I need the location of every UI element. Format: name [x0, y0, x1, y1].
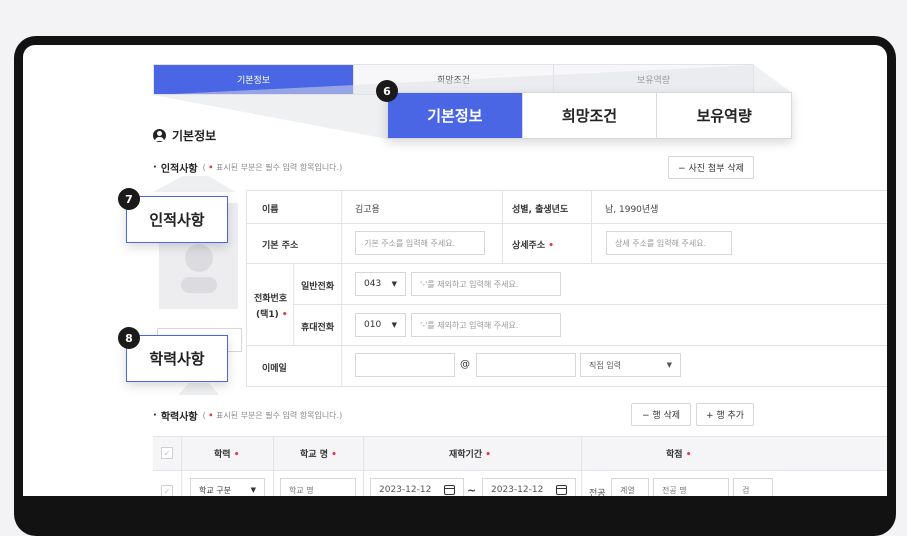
calendar-icon	[556, 485, 567, 495]
address-label: 기본 주소	[262, 241, 299, 251]
select-all-checkbox[interactable]: ✓	[161, 447, 173, 459]
grid-line	[246, 190, 247, 386]
grid-line	[246, 263, 887, 264]
grid-line	[181, 436, 182, 496]
name-label: 이름	[262, 205, 279, 215]
end-date-picker[interactable]: 2023-12-12	[482, 478, 576, 496]
step-badge-7: 7	[118, 188, 140, 210]
start-date-picker[interactable]: 2023-12-12	[370, 478, 464, 496]
dropdown-arrow-icon: ▼	[391, 321, 397, 329]
grid-line	[293, 304, 887, 305]
callout-personal-info: 인적사항	[126, 196, 228, 243]
section-title-text: 기본정보	[172, 129, 217, 143]
education-header-row	[153, 436, 887, 470]
major-name-input[interactable]: 전공 명	[653, 478, 729, 496]
education-heading: · 학력사항 ( • 표시된 부분은 필수 입력 항목입니다.)	[153, 410, 343, 423]
step-badge-8: 8	[118, 327, 140, 349]
mobile-label: 휴대전화	[301, 323, 335, 333]
landline-prefix-select[interactable]: 043 ▼	[355, 272, 406, 296]
personal-heading: · 인적사항 ( • 표시된 부분은 필수 입력 항목입니다.)	[153, 162, 343, 175]
mobile-number-input[interactable]: '-'를 제외하고 입력해 주세요.	[411, 313, 561, 337]
dropdown-arrow-icon: ▼	[391, 280, 397, 288]
phone-choice-label: (택1) •	[256, 310, 288, 320]
email-domain-select[interactable]: 직접 입력 ▼	[580, 353, 681, 377]
required-note: ( • 표시된 부분은 필수 입력 항목입니다.)	[202, 163, 343, 172]
phone-label: 전화번호	[254, 294, 288, 304]
grid-line	[153, 436, 887, 437]
delete-row-button[interactable]: − 행 삭제	[631, 403, 691, 426]
zoomed-tab-skills[interactable]: 보유역량	[657, 93, 791, 138]
email-domain-input[interactable]	[476, 353, 576, 377]
grid-line	[246, 345, 887, 346]
col-major: 학점 •	[666, 450, 692, 460]
col-enrollment-period: 재학기간 •	[449, 450, 492, 460]
add-row-button[interactable]: + 행 추가	[696, 403, 754, 426]
extra-input[interactable]: 검	[733, 478, 773, 496]
gender-birth-label: 성별, 출생년도	[512, 205, 569, 215]
grid-line	[273, 436, 274, 496]
email-at-sign: @	[460, 359, 470, 370]
personal-heading-text: 인적사항	[160, 164, 198, 175]
required-note: ( • 표시된 부분은 필수 입력 항목입니다.)	[202, 411, 343, 420]
school-name-input[interactable]: 학교 명	[280, 478, 356, 496]
gender-birth-value: 남, 1990년생	[605, 205, 659, 215]
major-label: 전공	[589, 489, 606, 496]
grid-line	[591, 190, 592, 263]
callout-education: 학력사항	[126, 335, 228, 382]
zoomed-tab-hope-conditions[interactable]: 희망조건	[523, 93, 658, 138]
tab-skills[interactable]: 보유역량	[554, 65, 753, 94]
detail-address-label: 상세주소 •	[512, 241, 555, 251]
landline-label: 일반전화	[301, 282, 335, 292]
date-range-tilde: ~	[467, 484, 477, 496]
zoomed-tab-basic-info[interactable]: 기본정보	[388, 93, 523, 138]
email-id-input[interactable]	[355, 353, 455, 377]
tab-basic-info[interactable]: 기본정보	[154, 65, 354, 94]
screen: 기본정보 희망조건 보유역량 6 기본정보 희망조건 보유역량 기본정보 · 인…	[23, 45, 887, 496]
row-checkbox[interactable]: ✓	[161, 485, 173, 496]
grid-line	[246, 223, 887, 224]
grid-line	[246, 386, 887, 387]
school-type-select[interactable]: 학교 구분 ▼	[190, 478, 265, 496]
email-label: 이메일	[262, 364, 287, 374]
education-heading-text: 학력사항	[160, 412, 198, 423]
grid-line	[581, 436, 582, 496]
grid-line	[293, 263, 294, 345]
grid-line	[341, 190, 342, 386]
section-title: 기본정보	[153, 127, 216, 144]
detail-address-input[interactable]: 상세 주소를 입력해 주세요.	[606, 231, 732, 255]
major-field-input[interactable]: 계열	[611, 478, 649, 496]
tab-bar: 기본정보 희망조건 보유역량	[153, 64, 754, 95]
landline-number-input[interactable]: '-'를 제외하고 입력해 주세요.	[411, 272, 561, 296]
grid-line	[363, 436, 364, 496]
dropdown-arrow-icon: ▼	[250, 486, 256, 494]
col-education-level: 학력 •	[214, 450, 240, 460]
address-input[interactable]: 기본 주소를 입력해 주세요.	[355, 231, 485, 255]
grid-line	[153, 470, 887, 471]
step-badge-6: 6	[376, 80, 398, 102]
user-circle-icon	[153, 129, 166, 142]
col-school-name: 학교 명 •	[300, 450, 337, 460]
grid-line	[246, 190, 887, 191]
delete-photo-button[interactable]: − 사진 첨부 삭제	[668, 156, 754, 179]
grid-line	[502, 190, 503, 263]
dropdown-arrow-icon: ▼	[666, 361, 672, 369]
calendar-icon	[444, 485, 455, 495]
name-value: 김고용	[355, 205, 380, 215]
mobile-prefix-select[interactable]: 010 ▼	[355, 313, 406, 337]
zoomed-tab-bar: 기본정보 희망조건 보유역량	[387, 92, 792, 139]
